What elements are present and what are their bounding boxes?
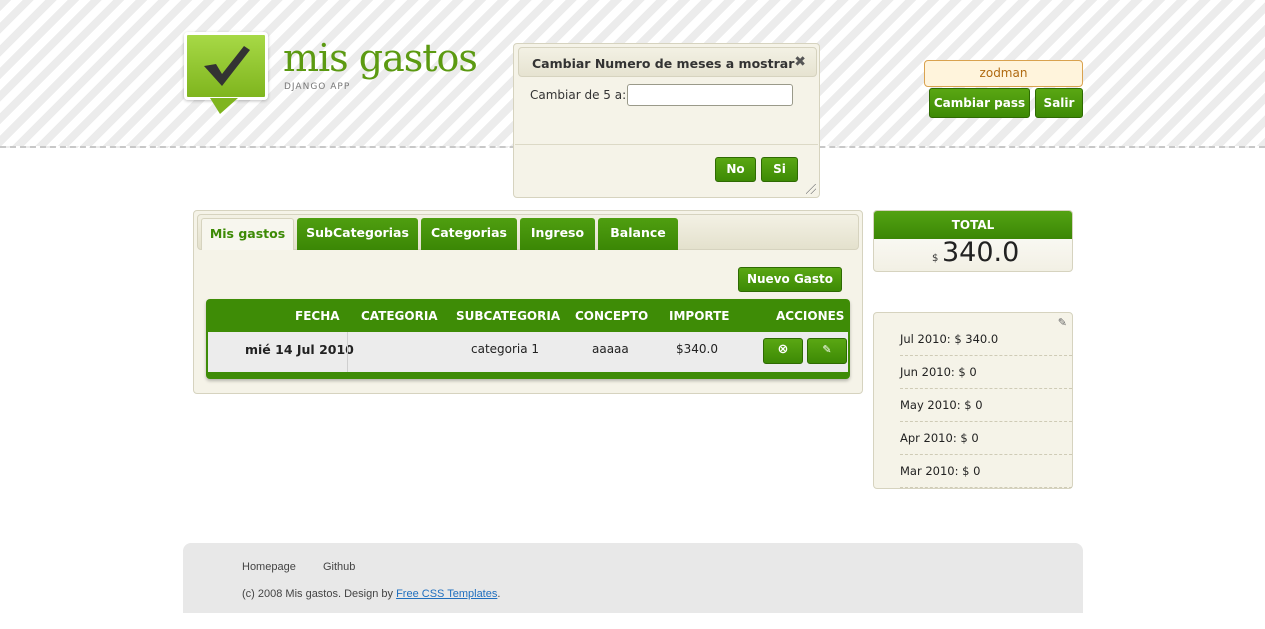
- month-item: Jul 2010: $ 340.0: [900, 323, 1072, 356]
- footer-copyright: (c) 2008 Mis gastos. Design by Free CSS …: [242, 588, 500, 600]
- template-credit-link[interactable]: Free CSS Templates: [396, 588, 497, 600]
- tab-ingreso[interactable]: Ingreso: [520, 218, 595, 250]
- resize-grip-icon[interactable]: [806, 184, 816, 194]
- main-panel: Mis gastos SubCategorias Categorias Ingr…: [193, 210, 863, 394]
- header-subcategoria[interactable]: SUBCATEGORIA: [456, 309, 560, 323]
- footer: Homepage Github (c) 2008 Mis gastos. Des…: [183, 543, 1083, 613]
- change-password-button[interactable]: Cambiar pass: [929, 88, 1030, 118]
- dialog-title: Cambiar Numero de meses a mostrar: [532, 56, 795, 71]
- dialog-divider: [515, 144, 818, 145]
- months-input[interactable]: [627, 84, 793, 106]
- header-concepto[interactable]: CONCEPTO: [575, 309, 648, 323]
- table-row: mié 14 Jul 2010 categoria 1 aaaaa $340.0…: [208, 332, 848, 372]
- tab-bar: Mis gastos SubCategorias Categorias Ingr…: [197, 214, 859, 250]
- month-item: Apr 2010: $ 0: [900, 422, 1072, 455]
- username-badge: zodman: [924, 60, 1083, 87]
- month-item: May 2010: $ 0: [900, 389, 1072, 422]
- delete-icon: ⊗: [777, 342, 789, 357]
- month-item: Mar 2010: $ 0: [900, 455, 1072, 488]
- si-button[interactable]: Si: [761, 157, 798, 182]
- header-importe[interactable]: IMPORTE: [669, 309, 730, 323]
- tab-balance[interactable]: Balance: [598, 218, 678, 250]
- total-value: 340.0: [942, 237, 1020, 268]
- edit-button[interactable]: ✎: [807, 338, 847, 364]
- footer-link-homepage[interactable]: Homepage: [242, 561, 296, 573]
- months-label: Cambiar de 5 a:: [530, 88, 627, 102]
- logout-button[interactable]: Salir: [1035, 88, 1083, 118]
- cell-concepto: aaaaa: [592, 342, 629, 356]
- tab-subcategorias[interactable]: SubCategorias: [297, 218, 418, 250]
- header-categoria[interactable]: CATEGORIA: [361, 309, 438, 323]
- logo-tail: [210, 98, 238, 114]
- header-acciones: ACCIONES: [776, 309, 845, 323]
- no-button[interactable]: No: [715, 157, 756, 182]
- expenses-table: FECHA CATEGORIA SUBCATEGORIA CONCEPTO IM…: [206, 299, 850, 379]
- dialog-titlebar[interactable]: Cambiar Numero de meses a mostrar ✖: [518, 47, 817, 77]
- tab-categorias[interactable]: Categorias: [421, 218, 517, 250]
- total-label: TOTAL: [874, 211, 1072, 239]
- app-logo[interactable]: [184, 32, 268, 114]
- copyright-text: (c) 2008 Mis gastos. Design by: [242, 588, 397, 600]
- new-expense-button[interactable]: Nuevo Gasto: [738, 267, 842, 292]
- copyright-suffix: .: [497, 588, 501, 600]
- cell-subcategoria: categoria 1: [471, 342, 540, 356]
- delete-button[interactable]: ⊗: [763, 338, 803, 364]
- cell-importe: $340.0: [676, 342, 718, 356]
- pencil-icon: ✎: [822, 343, 832, 356]
- tab-mis-gastos[interactable]: Mis gastos: [201, 218, 294, 250]
- month-item: Jun 2010: $ 0: [900, 356, 1072, 389]
- months-list: ✎ Jul 2010: $ 340.0 Jun 2010: $ 0 May 20…: [873, 312, 1073, 489]
- footer-link-github[interactable]: Github: [323, 561, 355, 573]
- months-dialog: Cambiar Numero de meses a mostrar ✖ Camb…: [513, 43, 820, 198]
- total-currency: $: [932, 253, 939, 264]
- brand-title[interactable]: mis gastos: [283, 36, 478, 80]
- brand-subtitle: DJANGO APP: [284, 82, 351, 92]
- checkmark-icon: [204, 46, 250, 86]
- cell-divider: [347, 332, 348, 372]
- header-fecha[interactable]: FECHA: [295, 309, 340, 323]
- total-box: TOTAL $ 340.0: [873, 210, 1073, 272]
- cell-fecha: mié 14 Jul 2010: [245, 342, 354, 357]
- close-icon[interactable]: ✖: [794, 54, 806, 70]
